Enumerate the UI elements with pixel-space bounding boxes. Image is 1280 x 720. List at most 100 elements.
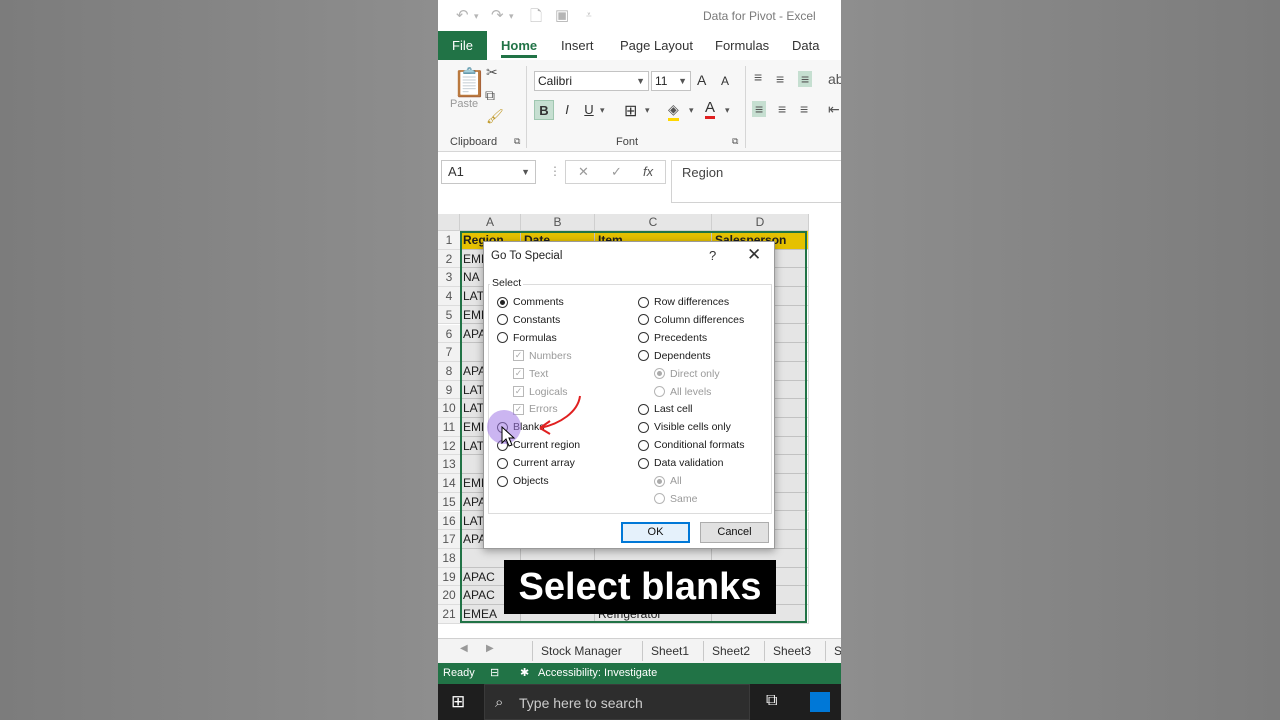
option-current-array[interactable]: Current array: [497, 457, 575, 469]
row-header[interactable]: 9: [438, 380, 460, 400]
clipboard-launcher-icon[interactable]: ⧉: [514, 136, 520, 147]
sheet-tab-sheet3[interactable]: Sheet3: [764, 641, 819, 661]
select-all-corner[interactable]: [438, 214, 460, 231]
align-bottom-icon[interactable]: ≡: [798, 71, 813, 87]
option-constants[interactable]: Constants: [497, 314, 560, 326]
option-conditional-formats[interactable]: Conditional formats: [638, 439, 744, 451]
option-row-differences[interactable]: Row differences: [638, 296, 729, 308]
cancel-icon[interactable]: ✕: [578, 164, 589, 180]
option-visible-cells-only[interactable]: Visible cells only: [638, 421, 731, 433]
decrease-font-icon[interactable]: A: [721, 74, 729, 88]
name-box[interactable]: A1 ▼: [441, 160, 536, 184]
font-color-icon[interactable]: A: [705, 100, 716, 119]
store-icon[interactable]: [810, 692, 830, 712]
task-view-icon[interactable]: ⧉: [766, 692, 777, 710]
row-header[interactable]: 10: [438, 399, 460, 418]
column-header-d[interactable]: D: [712, 214, 809, 231]
ok-button[interactable]: OK: [621, 522, 690, 543]
macro-icon[interactable]: ⊟: [490, 663, 499, 684]
tab-file[interactable]: File: [438, 31, 487, 60]
align-center-icon[interactable]: ≡: [778, 101, 786, 117]
tab-data[interactable]: Data: [792, 31, 819, 60]
fill-color-icon[interactable]: ◈: [668, 101, 679, 121]
row-header[interactable]: 17: [438, 530, 460, 549]
row-header[interactable]: 21: [438, 605, 460, 624]
option-last-cell[interactable]: Last cell: [638, 403, 693, 415]
sheet-tab-stock-manager[interactable]: Stock Manager: [532, 641, 630, 661]
scroll-right-icon[interactable]: ▶: [486, 643, 494, 654]
font-color-dropdown-icon[interactable]: ▾: [725, 105, 730, 116]
option-objects[interactable]: Objects: [497, 475, 549, 487]
italic-button[interactable]: I: [557, 100, 577, 120]
align-middle-icon[interactable]: ≡: [776, 71, 784, 87]
customize-qat-icon[interactable]: ⩡: [586, 10, 592, 21]
accessibility-status[interactable]: Accessibility: Investigate: [538, 663, 657, 684]
option-comments[interactable]: Comments: [497, 296, 564, 308]
row-header[interactable]: 14: [438, 474, 460, 493]
option-dependents[interactable]: Dependents: [638, 350, 711, 362]
row-header[interactable]: 4: [438, 287, 460, 306]
column-header-a[interactable]: A: [460, 214, 521, 231]
orientation-icon[interactable]: ab: [828, 71, 841, 87]
cancel-button[interactable]: Cancel: [700, 522, 769, 543]
accessibility-icon[interactable]: ✱: [520, 663, 529, 684]
enter-icon[interactable]: ✓: [611, 164, 622, 180]
sheet-tab-more[interactable]: S: [825, 641, 841, 661]
borders-dropdown-icon[interactable]: ▾: [645, 105, 650, 116]
tab-insert[interactable]: Insert: [561, 31, 594, 60]
font-name-select[interactable]: Calibri ▼: [534, 71, 649, 91]
row-header[interactable]: 6: [438, 324, 460, 344]
borders-icon[interactable]: ⊞: [624, 101, 637, 121]
tab-page-layout[interactable]: Page Layout: [620, 31, 693, 60]
undo-icon[interactable]: ↶: [456, 6, 469, 24]
redo-dropdown-icon[interactable]: ▾: [509, 11, 514, 22]
undo-dropdown-icon[interactable]: ▾: [474, 11, 479, 22]
taskbar-search[interactable]: ⌕ Type here to search: [484, 684, 750, 720]
bold-button[interactable]: B: [534, 100, 554, 120]
tab-formulas[interactable]: Formulas: [715, 31, 769, 60]
row-header[interactable]: 5: [438, 305, 460, 325]
document-icon[interactable]: 🗋: [530, 6, 542, 31]
row-header[interactable]: 19: [438, 567, 460, 587]
align-top-icon[interactable]: ≡: [754, 69, 762, 85]
column-header-b[interactable]: B: [521, 214, 595, 231]
row-header[interactable]: 12: [438, 436, 460, 456]
sheet-tab-sheet2[interactable]: Sheet2: [703, 641, 758, 661]
indent-icon[interactable]: ⇤: [828, 101, 840, 118]
row-header[interactable]: 3: [438, 268, 460, 288]
sheet-tab-sheet1[interactable]: Sheet1: [642, 641, 697, 661]
scroll-left-icon[interactable]: ◀: [460, 643, 468, 654]
option-formulas[interactable]: Formulas: [497, 332, 557, 344]
underline-button[interactable]: U: [579, 100, 599, 120]
row-header[interactable]: 13: [438, 455, 460, 475]
windows-start-icon[interactable]: ⊞: [451, 692, 465, 712]
row-header[interactable]: 20: [438, 586, 460, 605]
cut-icon[interactable]: ✂: [486, 64, 498, 81]
row-header[interactable]: 2: [438, 249, 460, 269]
insert-function-icon[interactable]: fx: [643, 164, 653, 179]
font-size-select[interactable]: 11 ▼: [651, 71, 691, 91]
save-icon[interactable]: ▣: [555, 6, 569, 24]
formula-input[interactable]: Region: [671, 160, 841, 203]
row-header[interactable]: 8: [438, 361, 460, 381]
row-header[interactable]: 1: [438, 231, 460, 250]
fill-color-dropdown-icon[interactable]: ▾: [689, 105, 694, 116]
redo-icon[interactable]: ↷: [491, 6, 504, 24]
close-icon[interactable]: ✕: [747, 245, 761, 265]
paste-icon[interactable]: 📋: [452, 66, 487, 99]
row-header[interactable]: 16: [438, 511, 460, 531]
font-launcher-icon[interactable]: ⧉: [732, 136, 738, 147]
row-header[interactable]: 18: [438, 548, 460, 568]
help-icon[interactable]: ?: [709, 248, 716, 263]
column-header-c[interactable]: C: [595, 214, 712, 231]
underline-dropdown-icon[interactable]: ▾: [600, 105, 605, 116]
option-column-differences[interactable]: Column differences: [638, 314, 744, 326]
option-precedents[interactable]: Precedents: [638, 332, 707, 344]
align-left-icon[interactable]: ≡: [752, 101, 767, 117]
row-header[interactable]: 11: [438, 418, 460, 437]
option-data-validation[interactable]: Data validation: [638, 457, 723, 469]
copy-icon[interactable]: ⧉: [485, 87, 495, 104]
format-painter-icon[interactable]: 🖌: [486, 108, 504, 125]
increase-font-icon[interactable]: A: [697, 72, 706, 88]
row-header[interactable]: 7: [438, 343, 460, 362]
